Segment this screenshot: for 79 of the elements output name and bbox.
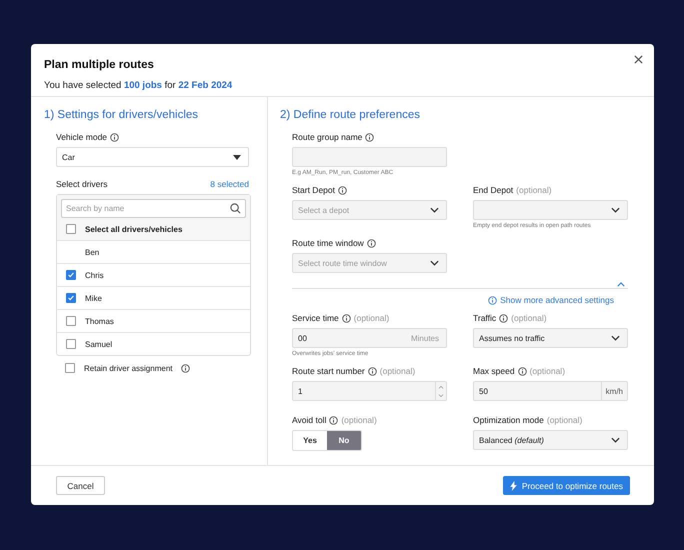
field-label: Avoid toll	[292, 415, 326, 425]
field-label: Optimization mode	[473, 415, 544, 425]
number-field[interactable]: 1	[292, 381, 447, 401]
select-value: Balanced (default)	[479, 436, 544, 444]
select-field[interactable]: Assumes no traffic	[473, 328, 628, 348]
driver-item[interactable]: Ben	[57, 240, 250, 263]
chevron-up-icon[interactable]	[617, 282, 625, 287]
driver-item[interactable]: Thomas	[57, 309, 250, 332]
checkbox[interactable]	[66, 316, 76, 326]
chevron-down-icon	[611, 207, 620, 213]
field-label: Traffic	[473, 313, 496, 323]
driver-item[interactable]: Mike	[57, 286, 250, 309]
checkbox[interactable]	[65, 363, 75, 373]
optional-label: (optional)	[341, 415, 377, 425]
info-icon	[110, 132, 120, 142]
select-placeholder: Select route time window	[298, 258, 387, 268]
selected-count[interactable]: 8 selected	[210, 179, 249, 189]
field-label: End Depot	[473, 185, 514, 195]
checkbox[interactable]	[66, 270, 76, 280]
search-placeholder: Search by name	[66, 204, 124, 213]
select-placeholder: Select a depot	[298, 206, 350, 214]
info-icon	[488, 296, 498, 304]
optional-label: (optional)	[511, 313, 547, 323]
chevron-down-icon	[430, 207, 439, 213]
chevron-down-icon	[611, 437, 620, 443]
unit-label: Minutes	[410, 334, 439, 342]
checkbox[interactable]	[66, 339, 76, 349]
chevron-down-icon	[611, 335, 620, 341]
search-icon	[230, 203, 241, 214]
stepper-icon[interactable]	[435, 382, 446, 400]
select-field[interactable]: Balanced (default)	[473, 430, 628, 450]
optional-label: (optional)	[380, 366, 416, 376]
section-heading: 1) Settings for drivers/vehicles	[44, 109, 200, 121]
select-field[interactable]	[473, 200, 628, 220]
chevron-down-icon	[430, 260, 439, 266]
driver-name: Ben	[85, 248, 100, 256]
field-value: 50	[479, 386, 488, 396]
driver-name: Chris	[85, 270, 104, 280]
text-field[interactable]	[292, 147, 447, 167]
field-label: Start Depot	[292, 185, 335, 195]
lightning-icon	[510, 480, 517, 490]
section-heading: 2) Define route preferences	[280, 109, 421, 121]
field-label: Route start number	[292, 366, 365, 376]
field-value: 00	[298, 334, 307, 342]
optional-label: (optional)	[516, 185, 552, 195]
dialog-subtitle: You have selected 100 jobs for 22 Feb 2024	[44, 80, 234, 91]
driver-name: Thomas	[85, 316, 114, 326]
caret-icon	[233, 154, 241, 160]
close-icon[interactable]	[634, 55, 643, 64]
field-label: Route time window	[292, 238, 364, 248]
cancel-button[interactable]: Cancel	[56, 476, 105, 495]
driver-name: Samuel	[85, 340, 112, 348]
checkbox-label: Retain driver assignment	[84, 364, 172, 372]
input-field[interactable]: 50 km/h	[473, 381, 628, 401]
optional-label: (optional)	[546, 415, 582, 425]
field-label: Max speed	[473, 366, 515, 376]
info-icon	[181, 364, 190, 372]
field-label: Select drivers	[56, 179, 108, 189]
field-label: Service time	[292, 313, 339, 323]
field-label: Route group name	[292, 132, 362, 142]
select-value: Car	[62, 152, 75, 162]
checkbox[interactable]	[66, 224, 76, 234]
driver-item[interactable]: Chris	[57, 263, 250, 286]
unit-label: km/h	[600, 382, 627, 400]
input-field[interactable]: 00 Minutes	[292, 328, 447, 348]
checkbox[interactable]	[66, 293, 76, 303]
advanced-settings-link[interactable]: Show more advanced settings	[488, 295, 614, 305]
proceed-button[interactable]: Proceed to optimize routes	[502, 476, 630, 495]
select-field[interactable]: Car	[56, 147, 249, 167]
select-value: Assumes no traffic	[479, 334, 545, 342]
driver-item[interactable]: Samuel	[57, 332, 250, 355]
driver-name: Mike	[85, 294, 102, 302]
select-all-label: Select all drivers/vehicles	[85, 224, 182, 234]
optional-label: (optional)	[354, 313, 390, 323]
field-label: Vehicle mode	[56, 132, 108, 142]
dialog-title: Plan multiple routes	[44, 59, 154, 71]
optional-label: (optional)	[530, 366, 566, 376]
toggle-option[interactable]: No	[327, 431, 361, 450]
field-value: 1	[298, 386, 302, 396]
